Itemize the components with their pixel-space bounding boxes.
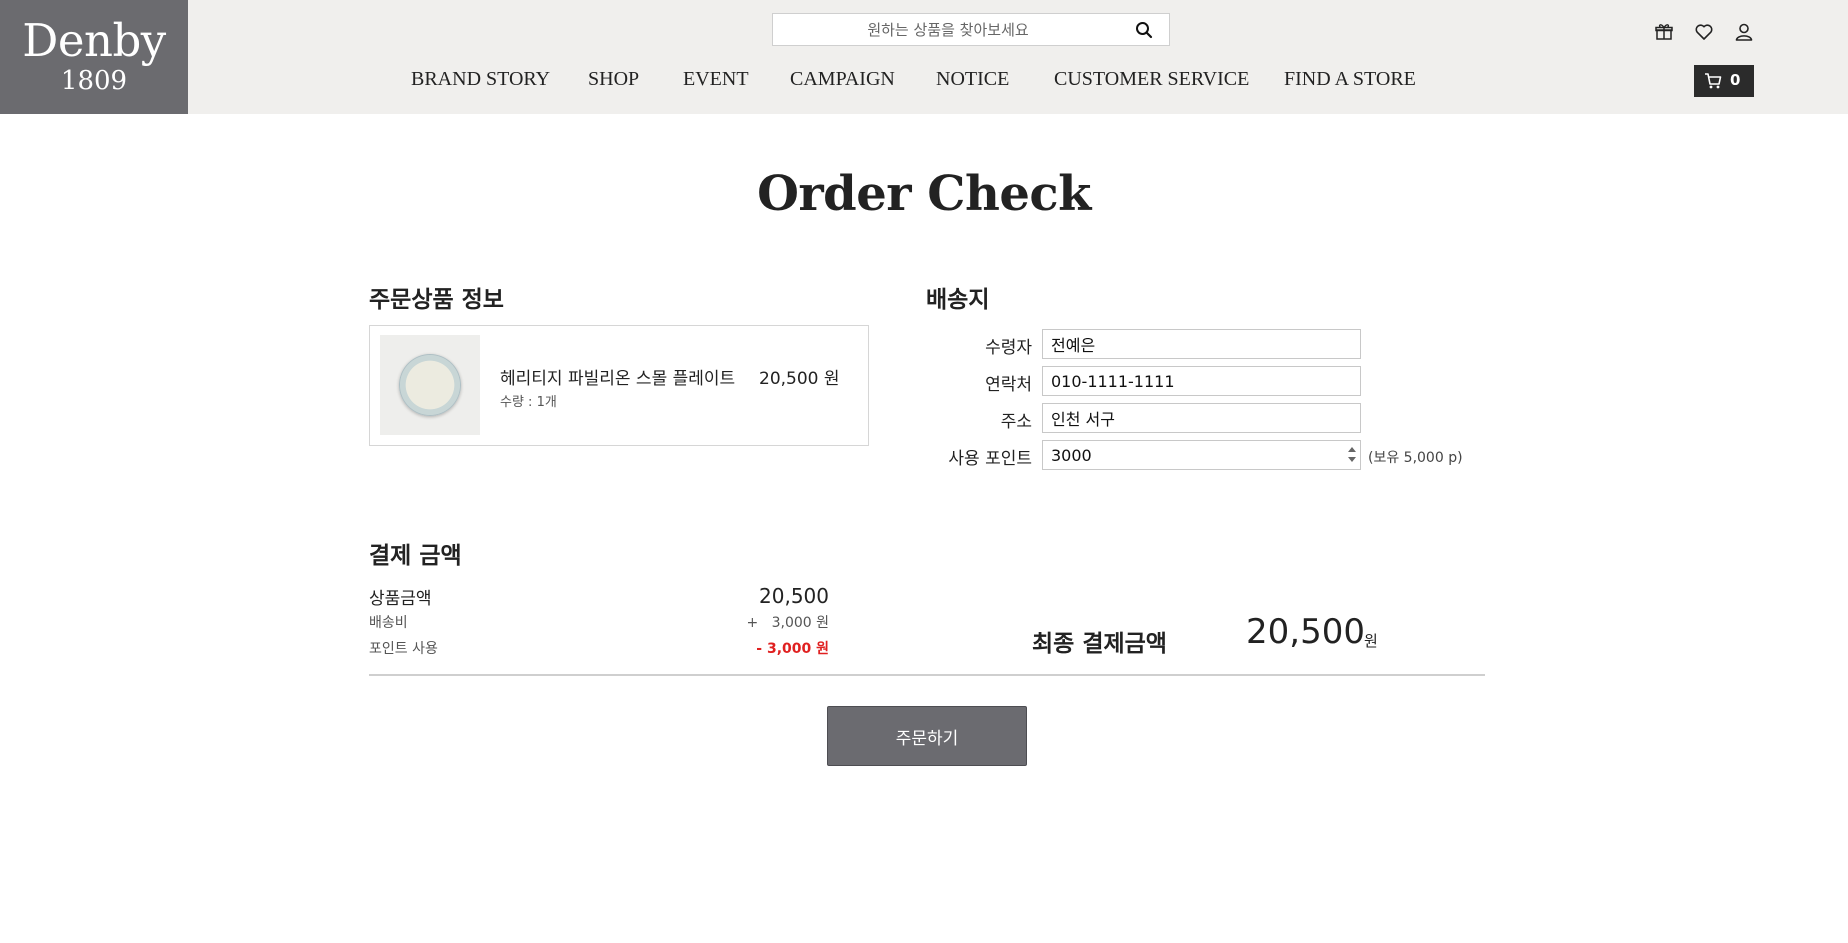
nav-brand-story[interactable]: BRAND STORY (411, 68, 550, 91)
points-used-value: - 3,000 원 (756, 641, 829, 657)
shipping-fee-label: 배송비 (369, 615, 408, 631)
phone-label: 연락처 (985, 375, 1032, 395)
denby-logo[interactable]: Denby 1809 (0, 0, 188, 114)
final-amount-value: 20,500 (1246, 612, 1365, 652)
search-input[interactable] (773, 14, 1123, 45)
address-label: 주소 (1000, 412, 1032, 432)
phone-field[interactable] (1042, 366, 1361, 396)
address-field[interactable] (1042, 403, 1361, 433)
main-nav: BRAND STORY SHOP EVENT CAMPAIGN NOTICE C… (0, 68, 1848, 96)
points-balance: (보유 5,000 p) (1368, 450, 1463, 466)
final-amount-label: 최종 결제금액 (1032, 631, 1167, 657)
nav-customer-service[interactable]: CUSTOMER SERVICE (1054, 68, 1249, 91)
product-section-title: 주문상품 정보 (369, 287, 504, 313)
product-quantity: 수량 : 1개 (500, 395, 557, 410)
points-stepper[interactable] (1346, 441, 1358, 469)
recipient-field[interactable] (1042, 329, 1361, 359)
search-box (772, 13, 1170, 46)
user-icon[interactable] (1734, 22, 1754, 42)
search-icon[interactable] (1135, 21, 1153, 39)
product-amount-row: 상품금액 20,500 (369, 584, 829, 609)
nav-notice[interactable]: NOTICE (936, 68, 1009, 91)
heart-icon[interactable] (1694, 22, 1714, 42)
nav-campaign[interactable]: CAMPAIGN (790, 68, 895, 91)
product-thumbnail (380, 335, 480, 435)
shipping-fee-row: 배송비 + 3,000 원 (369, 612, 829, 632)
site-header: Denby 1809 BRAND STORY SHOP EVENT CAMPAI… (0, 0, 1848, 114)
product-amount-label: 상품금액 (369, 589, 432, 609)
recipient-label: 수령자 (985, 338, 1032, 358)
nav-event[interactable]: EVENT (683, 68, 749, 91)
shipping-fee-value: + 3,000 원 (746, 615, 830, 631)
stepper-down-icon[interactable] (1348, 457, 1356, 462)
cart-icon (1704, 72, 1722, 90)
plate-image (399, 354, 461, 416)
points-used-row: 포인트 사용 - 3,000 원 (369, 638, 829, 658)
payment-section-title: 결제 금액 (369, 543, 462, 569)
points-field[interactable] (1042, 440, 1361, 470)
stepper-up-icon[interactable] (1348, 447, 1356, 452)
page-title: Order Check (757, 166, 1091, 222)
place-order-button[interactable]: 주문하기 (827, 706, 1027, 766)
logo-name: Denby (22, 14, 166, 67)
nav-shop[interactable]: SHOP (588, 68, 639, 91)
cart-button[interactable]: 0 (1694, 65, 1754, 97)
cart-count: 0 (1730, 71, 1741, 89)
final-amount-unit: 원 (1364, 632, 1378, 650)
shipping-section-title: 배송지 (926, 287, 990, 313)
nav-find-a-store[interactable]: FIND A STORE (1284, 68, 1416, 91)
product-price: 20,500 원 (759, 369, 840, 389)
points-used-label: 포인트 사용 (369, 641, 438, 657)
payment-divider (369, 674, 1485, 676)
gift-icon[interactable] (1654, 22, 1674, 42)
product-name: 헤리티지 파빌리온 스몰 플레이트 (500, 369, 736, 389)
points-label: 사용 포인트 (948, 449, 1032, 469)
product-card: 헤리티지 파빌리온 스몰 플레이트 수량 : 1개 20,500 원 (369, 325, 869, 446)
product-amount-value: 20,500 (759, 584, 829, 608)
